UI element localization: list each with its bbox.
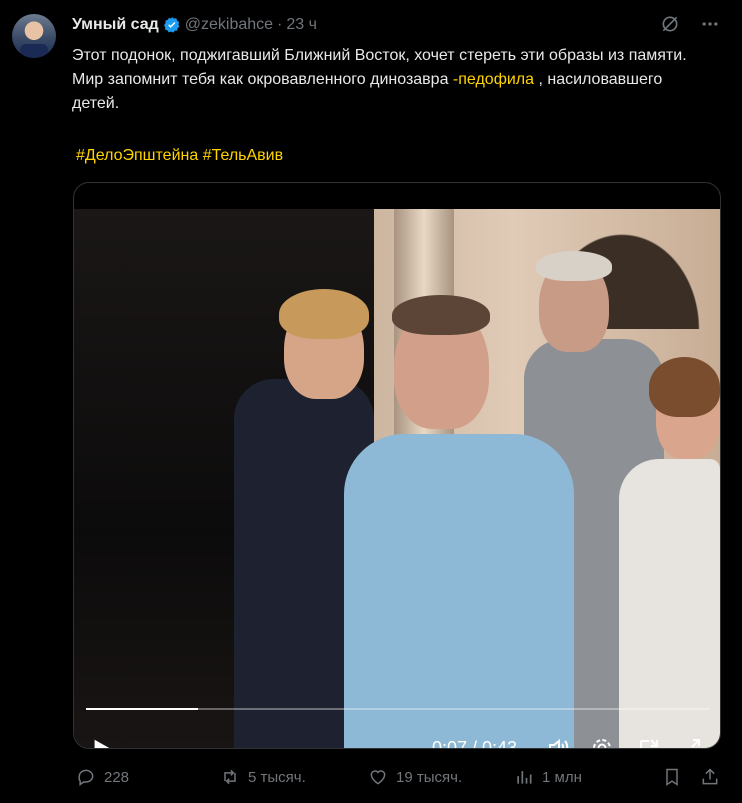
play-icon[interactable] xyxy=(90,737,112,748)
views-icon xyxy=(514,767,542,787)
video-figure xyxy=(619,459,720,748)
video-progress-bar[interactable] xyxy=(86,708,710,710)
author-avatar[interactable] xyxy=(12,14,56,58)
reply-button[interactable]: 228 xyxy=(76,767,129,787)
tweet-hashtags: #ДелоЭпштейна #ТельАвив xyxy=(76,144,283,168)
verified-badge-icon xyxy=(163,16,181,34)
tweet-actions: 228 5 тысяч. 19 тысяч. 1 млн xyxy=(0,762,742,792)
share-icon xyxy=(700,767,720,787)
reply-count: 228 xyxy=(104,768,130,786)
video-figure xyxy=(279,289,369,339)
video-timecode: 0:07 / 0:43 xyxy=(432,738,518,749)
hashtag-link[interactable]: #ТельАвив xyxy=(203,147,283,164)
video-figure xyxy=(344,434,574,748)
grok-icon[interactable] xyxy=(660,14,680,34)
video-figure xyxy=(392,295,490,335)
like-button[interactable]: 19 тысяч. xyxy=(368,767,462,787)
tweet-time[interactable]: 23 ч xyxy=(286,16,317,34)
header-actions xyxy=(660,14,720,34)
bookmark-button[interactable] xyxy=(662,767,682,787)
tweet-body: Этот подонок, поджигавший Ближний Восток… xyxy=(72,44,712,116)
like-count: 19 тысяч. xyxy=(396,768,463,786)
settings-icon[interactable] xyxy=(590,736,614,748)
tweet-text-highlight: -педофила xyxy=(452,71,535,88)
author-handle[interactable]: @zekibahce xyxy=(185,16,273,34)
more-options-icon[interactable] xyxy=(700,14,720,34)
picture-in-picture-icon[interactable] xyxy=(637,736,661,748)
retweet-icon xyxy=(220,767,248,787)
video-progress-fill xyxy=(86,708,199,710)
reply-icon xyxy=(76,767,104,787)
video-figure xyxy=(649,357,720,417)
video-player[interactable]: 0:07 / 0:43 xyxy=(73,182,721,749)
share-button[interactable] xyxy=(700,767,720,787)
retweet-count: 5 тысяч. xyxy=(248,768,306,786)
views-button[interactable]: 1 млн xyxy=(514,767,582,787)
bookmark-icon xyxy=(662,767,682,787)
tweet-header: Умный сад @zekibahce · 23 ч xyxy=(72,14,317,36)
views-count: 1 млн xyxy=(542,768,582,786)
video-figure xyxy=(536,251,612,281)
fullscreen-icon[interactable] xyxy=(679,736,703,748)
retweet-button[interactable]: 5 тысяч. xyxy=(220,767,306,787)
hashtag-link[interactable]: #ДелоЭпштейна xyxy=(76,147,198,164)
like-icon xyxy=(368,767,396,787)
video-frame[interactable]: 0:07 / 0:43 xyxy=(74,209,720,749)
volume-icon[interactable] xyxy=(546,736,570,748)
separator-dot: · xyxy=(277,16,283,33)
author-name[interactable]: Умный сад xyxy=(72,16,159,34)
video-controls: 0:07 / 0:43 xyxy=(74,721,720,749)
